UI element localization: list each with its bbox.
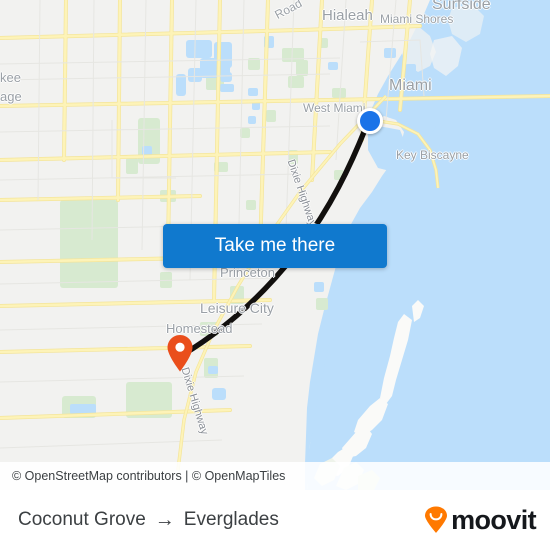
take-me-there-button[interactable]: Take me there xyxy=(163,224,387,268)
map-pin-icon xyxy=(167,335,193,372)
route-destination-label: Everglades xyxy=(183,509,279,530)
arrow-right-icon: → xyxy=(154,508,175,531)
map-attribution-bar: © OpenStreetMap contributors | © OpenMap… xyxy=(0,462,550,490)
route-origin-label: Coconut Grove xyxy=(18,509,146,530)
origin-marker[interactable] xyxy=(357,108,383,134)
destination-marker[interactable] xyxy=(166,334,194,372)
moovit-pin-icon xyxy=(425,506,448,533)
moovit-wordmark: moovit xyxy=(451,504,537,535)
map-canvas[interactable]: kee age Road Hialeah Miami Shores Surfsi… xyxy=(0,0,550,490)
attribution-text[interactable]: © OpenStreetMap contributors | © OpenMap… xyxy=(0,469,285,483)
footer-bar: Coconut Grove → Everglades moovit xyxy=(0,490,550,550)
route-summary: Coconut Grove → Everglades xyxy=(18,509,279,532)
moovit-logo[interactable]: moovit xyxy=(423,504,537,536)
moovit-route-card: kee age Road Hialeah Miami Shores Surfsi… xyxy=(0,0,550,550)
